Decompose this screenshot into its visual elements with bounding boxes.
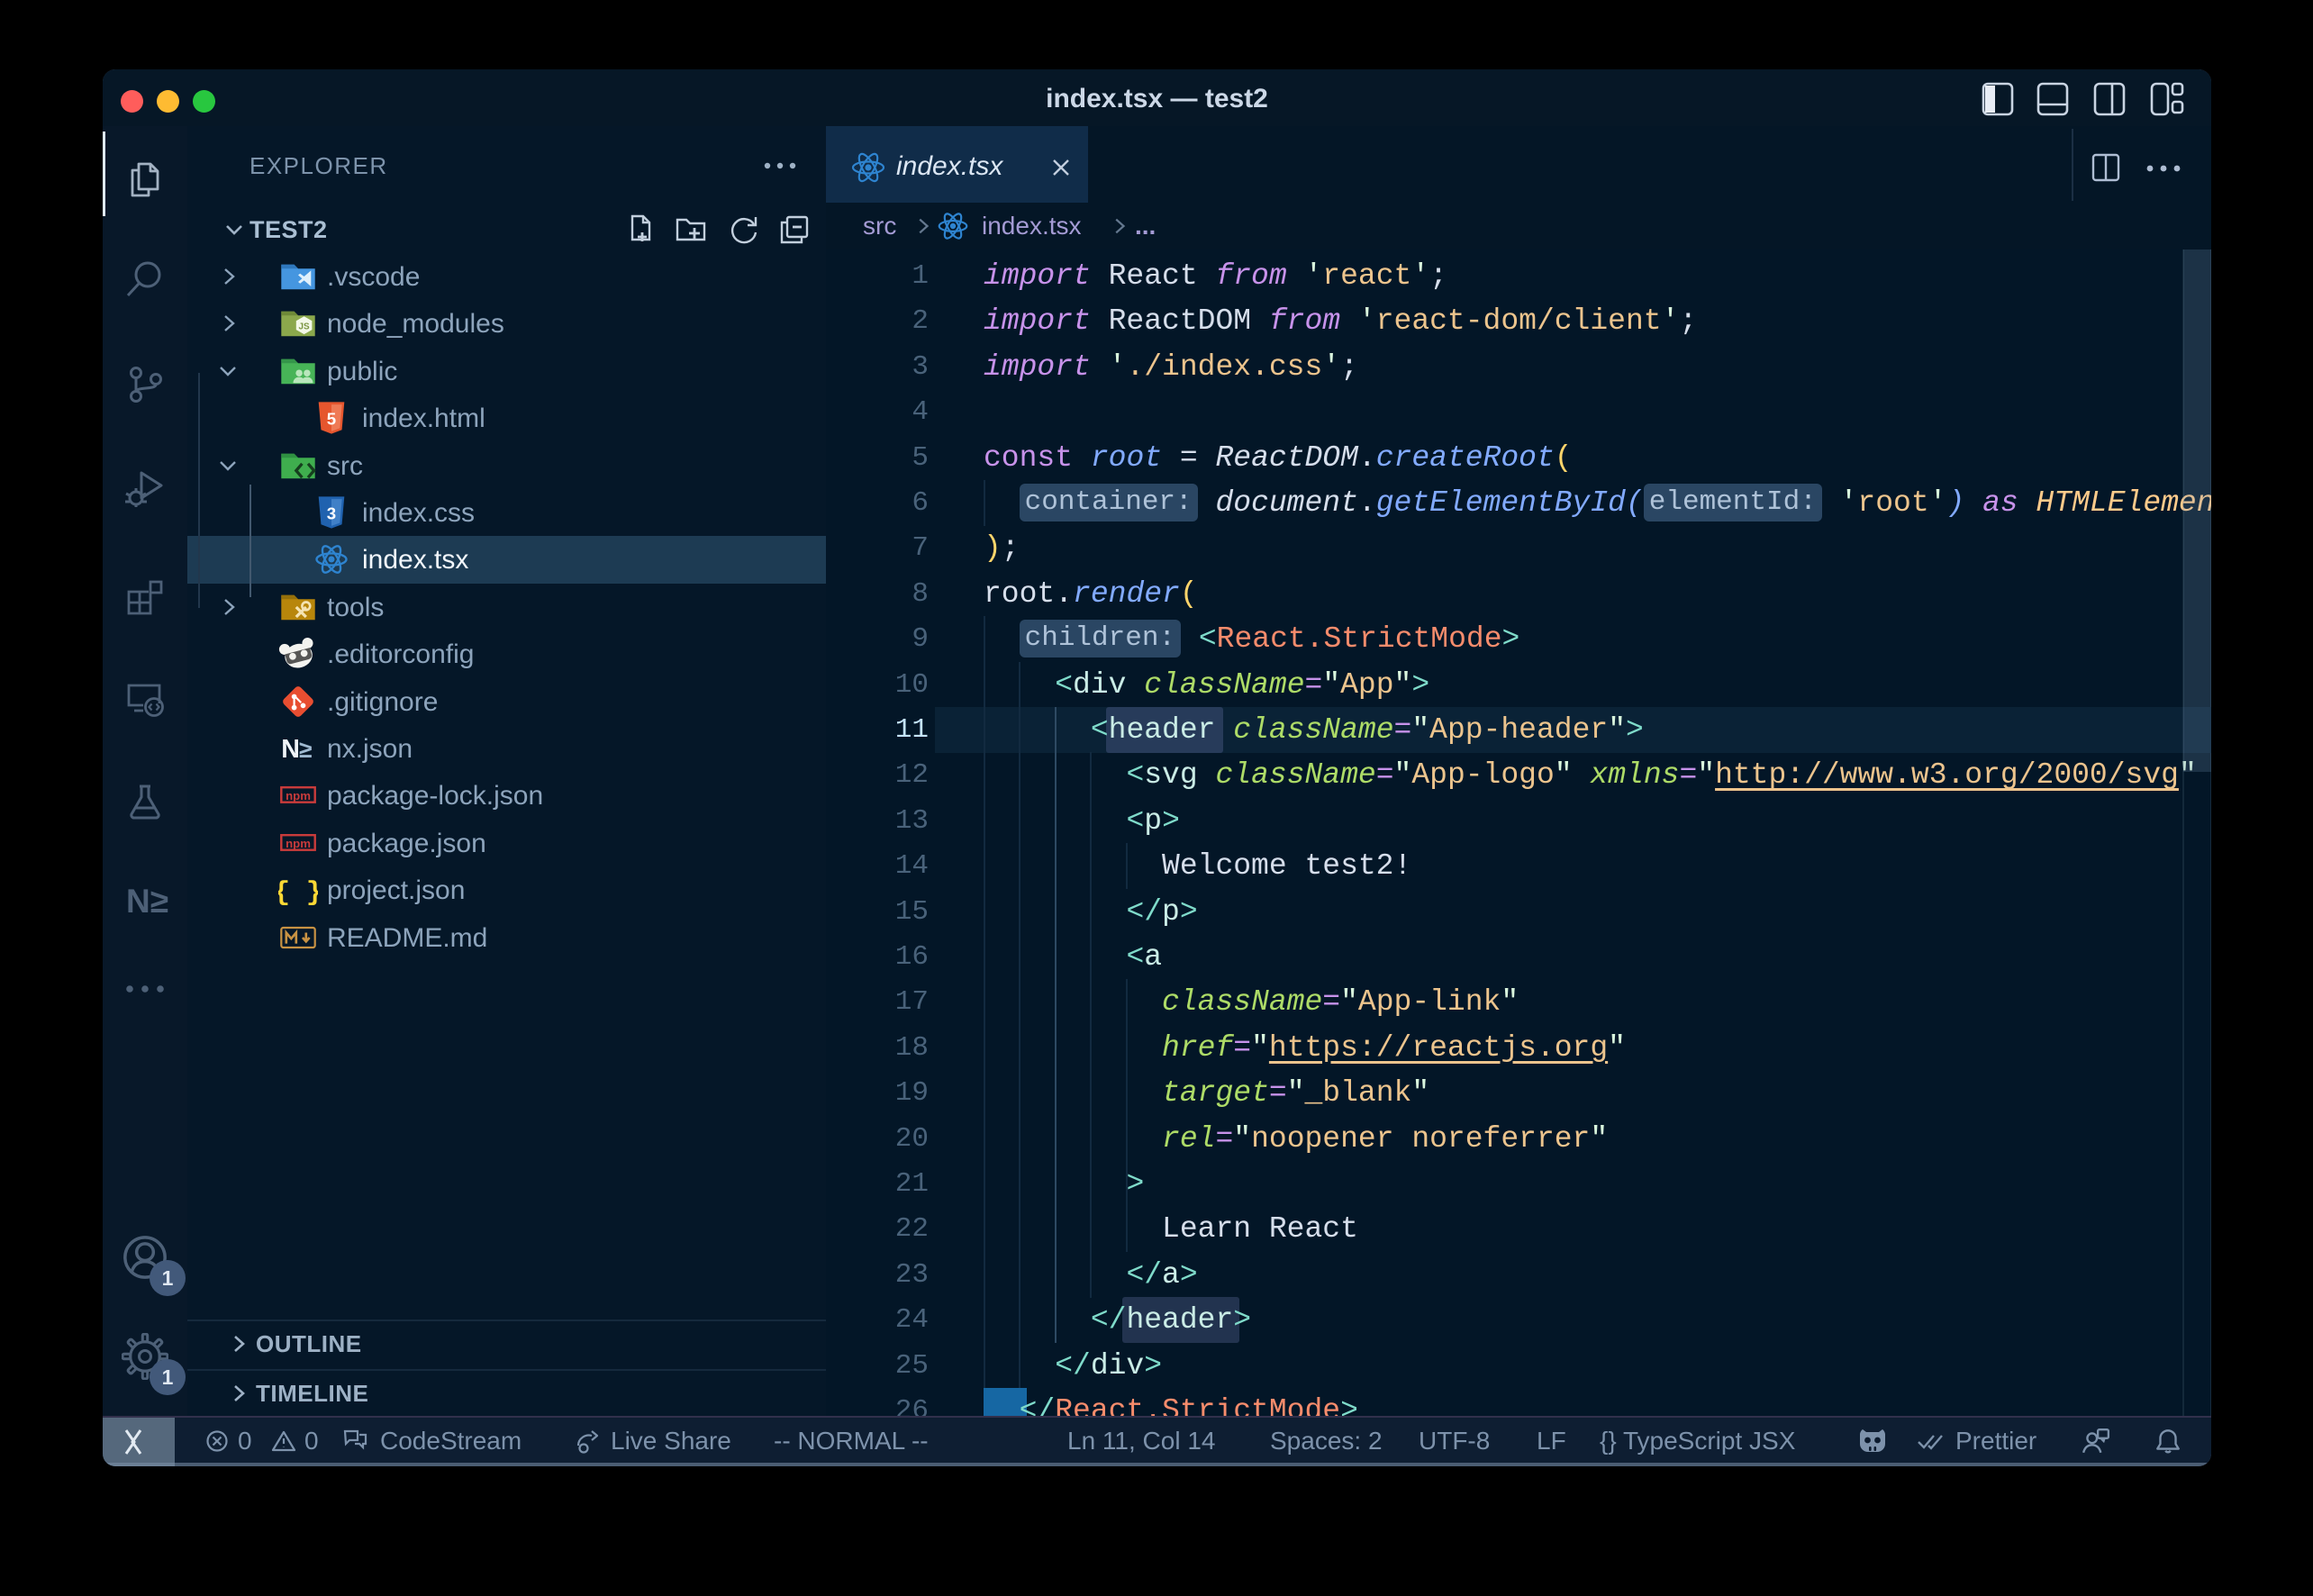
svg-text:≥: ≥	[299, 736, 312, 763]
svg-text:{ }: { }	[278, 877, 318, 908]
svg-text:npm: npm	[286, 789, 311, 803]
svg-text:npm: npm	[286, 837, 311, 850]
svg-text:3: 3	[327, 504, 336, 523]
svg-text:N: N	[281, 735, 300, 764]
svg-text:5: 5	[327, 410, 336, 429]
svg-text:JS: JS	[299, 322, 311, 332]
